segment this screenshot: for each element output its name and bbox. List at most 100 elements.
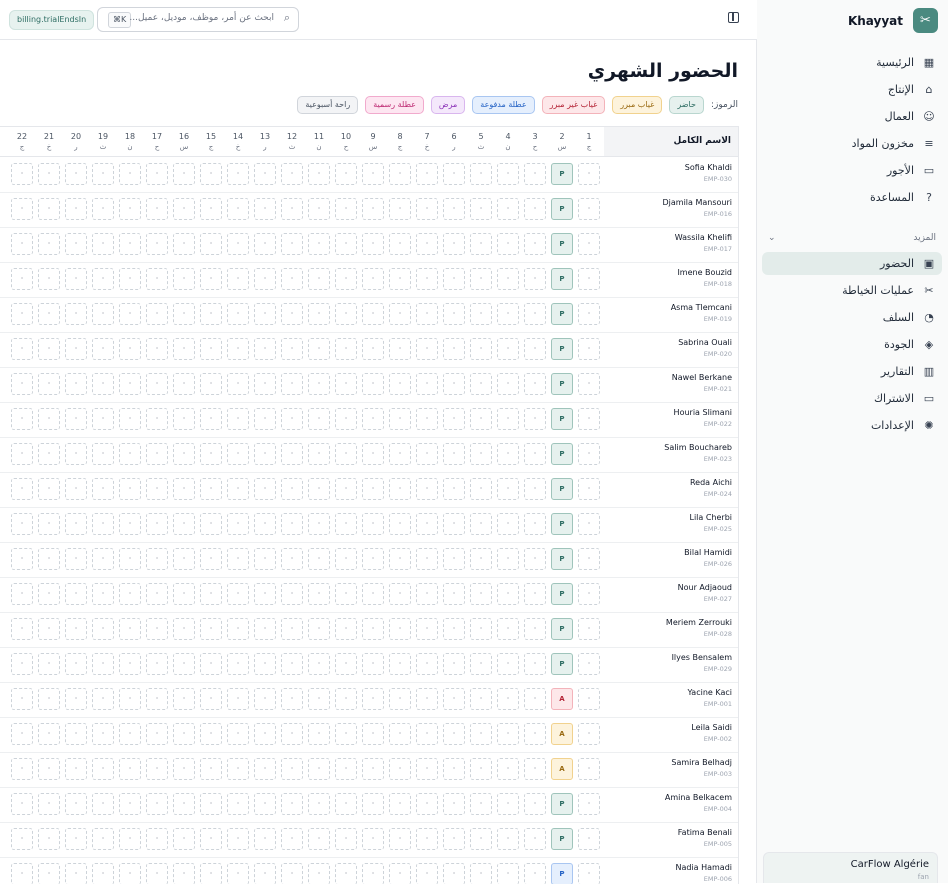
attendance-cell[interactable]: ·: [362, 233, 384, 255]
employee-cell[interactable]: Imene Bouzid EMP-018: [677, 267, 732, 289]
attendance-cell[interactable]: ·: [173, 618, 195, 640]
attendance-cell[interactable]: ·: [470, 618, 492, 640]
attendance-cell[interactable]: ·: [362, 758, 384, 780]
attendance-cell[interactable]: ·: [92, 303, 114, 325]
attendance-cell[interactable]: ·: [497, 653, 519, 675]
attendance-cell[interactable]: ·: [308, 688, 330, 710]
attendance-cell[interactable]: ·: [254, 163, 276, 185]
attendance-cell[interactable]: ·: [173, 863, 195, 884]
attendance-cell[interactable]: ·: [11, 583, 33, 605]
attendance-cell[interactable]: ·: [281, 198, 303, 220]
attendance-cell[interactable]: ·: [281, 828, 303, 850]
attendance-cell[interactable]: ·: [524, 548, 546, 570]
attendance-cell[interactable]: ·: [389, 513, 411, 535]
attendance-cell[interactable]: ·: [389, 758, 411, 780]
attendance-cell[interactable]: ·: [416, 163, 438, 185]
attendance-cell[interactable]: ·: [578, 863, 600, 884]
attendance-cell[interactable]: ·: [254, 723, 276, 745]
attendance-cell[interactable]: ·: [119, 163, 141, 185]
attendance-cell[interactable]: ·: [38, 268, 60, 290]
attendance-cell[interactable]: ·: [443, 758, 465, 780]
attendance-cell[interactable]: ·: [578, 408, 600, 430]
attendance-cell[interactable]: ·: [470, 793, 492, 815]
attendance-cell[interactable]: ·: [416, 653, 438, 675]
attendance-cell[interactable]: ·: [308, 583, 330, 605]
attendance-cell[interactable]: ·: [146, 688, 168, 710]
attendance-cell[interactable]: ·: [362, 338, 384, 360]
attendance-cell[interactable]: ·: [200, 408, 222, 430]
attendance-cell[interactable]: ·: [470, 513, 492, 535]
attendance-cell[interactable]: ·: [443, 478, 465, 500]
attendance-cell[interactable]: ·: [335, 828, 357, 850]
attendance-cell[interactable]: ·: [578, 373, 600, 395]
attendance-cell[interactable]: ·: [335, 443, 357, 465]
attendance-cell[interactable]: ·: [11, 863, 33, 884]
attendance-cell[interactable]: ·: [254, 478, 276, 500]
attendance-cell[interactable]: ·: [362, 478, 384, 500]
attendance-cell[interactable]: ·: [308, 408, 330, 430]
sidebar-item-scissors[interactable]: ✂ عمليات الخياطة: [762, 279, 942, 302]
attendance-cell[interactable]: ·: [335, 408, 357, 430]
attendance-cell[interactable]: ·: [119, 338, 141, 360]
attendance-cell[interactable]: ·: [38, 408, 60, 430]
attendance-cell[interactable]: ·: [416, 863, 438, 884]
attendance-cell[interactable]: ·: [335, 373, 357, 395]
attendance-cell[interactable]: ·: [146, 793, 168, 815]
attendance-cell[interactable]: ·: [146, 443, 168, 465]
attendance-cell[interactable]: ·: [335, 478, 357, 500]
attendance-cell[interactable]: ·: [389, 653, 411, 675]
attendance-cell[interactable]: ·: [335, 198, 357, 220]
attendance-cell[interactable]: ·: [119, 478, 141, 500]
sidebar-item-calendar[interactable]: ▣ الحضور: [762, 252, 942, 275]
attendance-cell[interactable]: ·: [524, 233, 546, 255]
attendance-cell[interactable]: ·: [389, 408, 411, 430]
attendance-cell[interactable]: ·: [200, 863, 222, 884]
attendance-cell[interactable]: ·: [11, 688, 33, 710]
attendance-cell[interactable]: ·: [281, 478, 303, 500]
attendance-cell[interactable]: ·: [173, 338, 195, 360]
employee-cell[interactable]: Bilal Hamidi EMP-026: [684, 547, 732, 569]
attendance-cell[interactable]: ·: [578, 583, 600, 605]
attendance-cell[interactable]: P: [551, 583, 573, 605]
attendance-cell[interactable]: P: [551, 548, 573, 570]
attendance-cell[interactable]: ·: [11, 618, 33, 640]
attendance-cell[interactable]: ·: [335, 863, 357, 884]
attendance-cell[interactable]: ·: [200, 163, 222, 185]
attendance-cell[interactable]: ·: [416, 478, 438, 500]
attendance-cell[interactable]: ·: [227, 583, 249, 605]
attendance-cell[interactable]: ·: [308, 163, 330, 185]
attendance-cell[interactable]: ·: [443, 583, 465, 605]
attendance-cell[interactable]: ·: [362, 443, 384, 465]
attendance-cell[interactable]: ·: [227, 653, 249, 675]
attendance-cell[interactable]: ·: [227, 758, 249, 780]
attendance-cell[interactable]: ·: [281, 723, 303, 745]
attendance-cell[interactable]: ·: [146, 863, 168, 884]
attendance-cell[interactable]: ·: [416, 443, 438, 465]
attendance-cell[interactable]: ·: [65, 408, 87, 430]
attendance-cell[interactable]: ·: [65, 863, 87, 884]
attendance-cell[interactable]: ·: [200, 758, 222, 780]
attendance-cell[interactable]: ·: [146, 408, 168, 430]
attendance-cell[interactable]: ·: [308, 303, 330, 325]
attendance-cell[interactable]: ·: [173, 198, 195, 220]
attendance-cell[interactable]: ·: [11, 198, 33, 220]
attendance-cell[interactable]: ·: [389, 723, 411, 745]
attendance-cell[interactable]: ·: [119, 408, 141, 430]
attendance-cell[interactable]: ·: [416, 268, 438, 290]
attendance-cell[interactable]: ·: [389, 863, 411, 884]
attendance-cell[interactable]: ·: [65, 303, 87, 325]
employee-cell[interactable]: Djamila Mansouri EMP-016: [663, 197, 733, 219]
attendance-cell[interactable]: ·: [173, 828, 195, 850]
attendance-cell[interactable]: ·: [227, 373, 249, 395]
attendance-cell[interactable]: ·: [227, 513, 249, 535]
attendance-cell[interactable]: ·: [200, 303, 222, 325]
attendance-cell[interactable]: ·: [200, 268, 222, 290]
attendance-cell[interactable]: ·: [362, 863, 384, 884]
attendance-cell[interactable]: ·: [146, 828, 168, 850]
attendance-cell[interactable]: ·: [308, 513, 330, 535]
attendance-cell[interactable]: ·: [389, 198, 411, 220]
attendance-cell[interactable]: ·: [200, 688, 222, 710]
attendance-cell[interactable]: ·: [416, 688, 438, 710]
attendance-cell[interactable]: ·: [470, 303, 492, 325]
attendance-cell[interactable]: ·: [254, 513, 276, 535]
